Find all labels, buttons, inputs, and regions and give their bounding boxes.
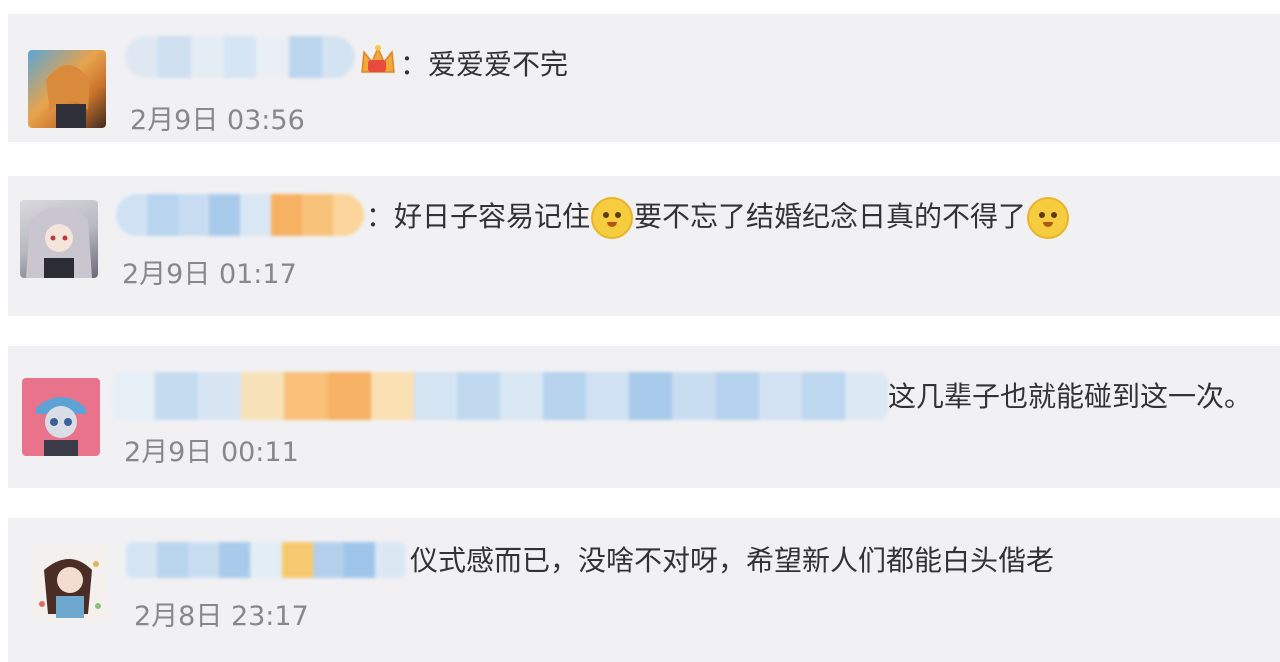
comment-card: ：爱爱爱不完 2月9日 03:56 [8, 14, 1280, 142]
comment-card: ：好日子容易记住 要不忘了结婚纪念日真的不得了 2月9日 01:17 [8, 176, 1280, 316]
avatar-image [26, 207, 92, 278]
comment-text: ：爱爱爱不完 [400, 48, 569, 81]
comment-text: ：好日子容易记住 要不忘了结婚纪念日真的不得了 [366, 196, 1070, 239]
username-blurred[interactable] [125, 36, 355, 78]
comment-text: 这几辈子也就能碰到这一次。 [888, 380, 1253, 413]
comment-text: 仪式感而已，没啥不对呀，希望新人们都能白头偕老 [410, 544, 1055, 577]
avatar[interactable] [20, 200, 98, 278]
comment-time: 2月8日 23:17 [134, 601, 309, 632]
comment-card: 这几辈子也就能碰到这一次。 2月9日 00:11 [8, 346, 1280, 488]
avatar-image [36, 397, 86, 456]
comment-text-part: ：好日子容易记住 [366, 200, 591, 233]
doge-emoji-icon [591, 197, 634, 239]
avatar[interactable] [30, 544, 108, 622]
comment-text-part: 要不忘了结婚纪念日真的不得了 [634, 200, 1027, 233]
comment-time: 2月9日 01:17 [122, 259, 297, 290]
username-blurred[interactable] [112, 372, 888, 420]
doge-emoji-icon [1027, 197, 1070, 239]
avatar[interactable] [28, 50, 106, 128]
comment-time: 2月9日 03:56 [130, 105, 305, 136]
avatar-image [46, 65, 90, 128]
comment-card: 仪式感而已，没啥不对呀，希望新人们都能白头偕老 2月8日 23:17 [8, 518, 1280, 662]
username-blurred[interactable] [126, 542, 406, 578]
username-blurred[interactable] [116, 194, 364, 236]
crown-badge-icon [361, 45, 395, 73]
avatar-image [39, 559, 101, 618]
avatar[interactable] [22, 378, 100, 456]
comment-time: 2月9日 00:11 [124, 437, 299, 468]
